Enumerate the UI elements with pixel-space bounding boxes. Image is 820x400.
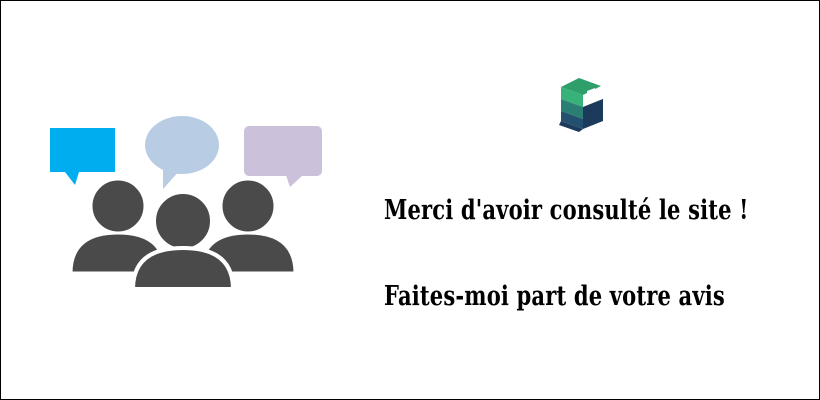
feedback-request-text: Faites-moi part de votre avis [384, 281, 725, 312]
speech-bubble-left [50, 128, 115, 185]
thank-you-text: Merci d'avoir consulté le site ! [384, 195, 749, 226]
speech-bubble-right [244, 126, 322, 187]
speech-bubble-center [145, 116, 219, 189]
feedback-banner: Merci d'avoir consulté le site ! Faites-… [0, 0, 820, 400]
site-logo-icon [559, 78, 603, 132]
people-feedback-icon [50, 116, 322, 291]
